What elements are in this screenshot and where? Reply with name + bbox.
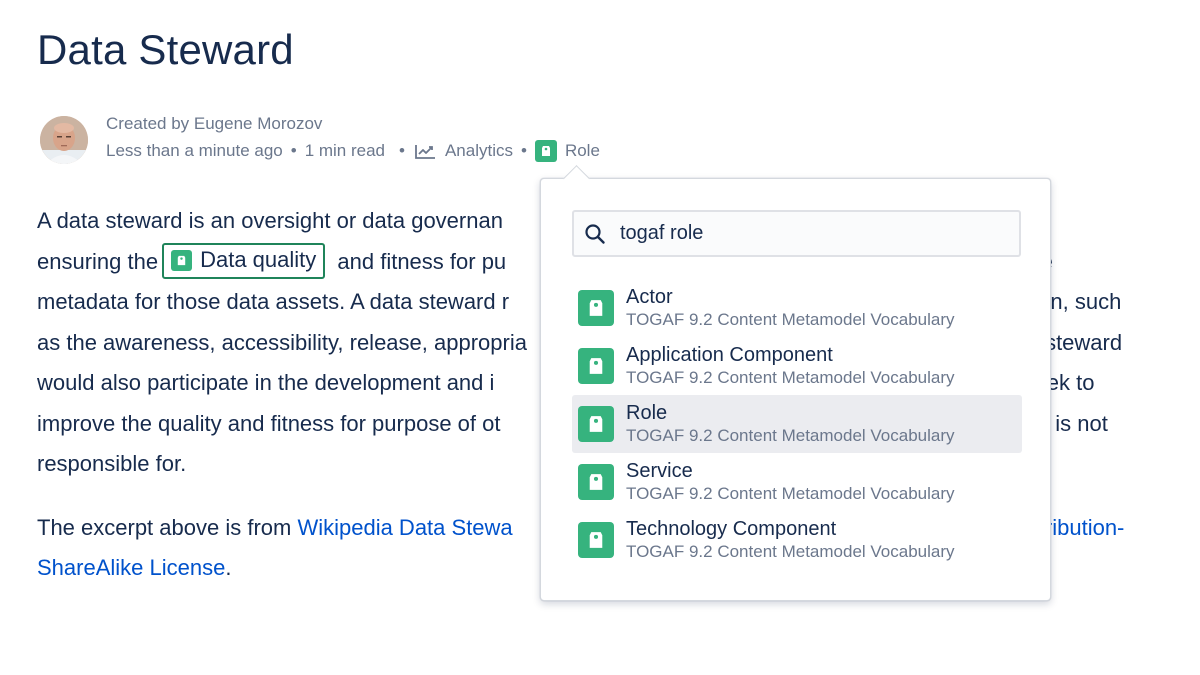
wikipedia-link[interactable]: Wikipedia Data Stewa — [297, 515, 512, 540]
tag-icon — [534, 140, 557, 162]
result-title: Role — [626, 402, 668, 424]
separator-dot: • — [399, 141, 405, 160]
role-label: Role — [564, 141, 600, 160]
separator-dot: • — [290, 141, 297, 160]
result-subtitle: TOGAF 9.2 Content Metamodel Vocabulary — [626, 484, 955, 503]
read-time: 1 min read — [304, 141, 386, 160]
tag-icon — [578, 464, 614, 500]
result-title: Technology Component — [626, 518, 837, 540]
tag-icon — [171, 250, 193, 272]
tag-icon — [578, 522, 614, 558]
result-texts: Technology Component TOGAF 9.2 Content Me… — [626, 518, 955, 562]
result-subtitle: TOGAF 9.2 Content Metamodel Vocabulary — [626, 542, 955, 561]
separator-dot: • — [521, 141, 527, 160]
license-link[interactable]: ShareAlike License — [37, 555, 225, 580]
result-texts: Role TOGAF 9.2 Content Metamodel Vocabula… — [626, 402, 955, 446]
result-title: Service — [626, 460, 693, 482]
analytics-label: Analytics — [444, 141, 513, 160]
result-subtitle: TOGAF 9.2 Content Metamodel Vocabulary — [626, 310, 955, 329]
search-input[interactable] — [620, 222, 990, 245]
excerpt-text: The excerpt above is from — [37, 515, 298, 540]
result-title: Application Component — [626, 344, 833, 366]
result-subtitle: TOGAF 9.2 Content Metamodel Vocabulary — [626, 368, 955, 387]
body-text-segment: ensuring the — [37, 248, 159, 274]
search-result-item[interactable]: Actor TOGAF 9.2 Content Metamodel Vocabul… — [572, 279, 1022, 337]
body-text-segment: steward — [1038, 329, 1123, 355]
search-icon — [585, 223, 605, 244]
search-result-item[interactable]: Service TOGAF 9.2 Content Metamodel Vocab… — [572, 453, 1022, 511]
page-meta: Less than a minute ago • 1 min read • An… — [106, 139, 600, 163]
body-text-segment: as the awareness, accessibility, release… — [37, 329, 527, 355]
body-text-segment: and fitness for pu — [331, 248, 507, 274]
body-text-segment: responsible for. — [37, 451, 187, 476]
result-subtitle: TOGAF 9.2 Content Metamodel Vocabulary — [626, 426, 955, 445]
result-texts: Actor TOGAF 9.2 Content Metamodel Vocabul… — [626, 286, 955, 330]
result-title: Actor — [626, 286, 673, 308]
search-result-item[interactable]: Application Component TOGAF 9.2 Content M… — [572, 337, 1022, 395]
page-title: Data Steward — [37, 26, 294, 73]
tag-icon — [578, 290, 614, 326]
avatar[interactable] — [40, 116, 88, 164]
body-text-segment: metadata for those data assets. A data s… — [37, 289, 510, 314]
byline-author: Created by Eugene Morozov — [106, 114, 323, 133]
search-field[interactable] — [572, 210, 1021, 257]
body-text-segment: would also participate in the developmen… — [37, 370, 495, 395]
tag-search-popover: Actor TOGAF 9.2 Content Metamodel Vocabul… — [540, 178, 1051, 601]
result-texts: Service TOGAF 9.2 Content Metamodel Vocab… — [626, 460, 955, 504]
search-result-item[interactable]: Role TOGAF 9.2 Content Metamodel Vocabula… — [572, 395, 1022, 453]
chart-line-icon — [415, 144, 435, 159]
body-text-segment: A data steward is an oversight or data g… — [37, 208, 503, 233]
role-tag-button[interactable]: Role — [534, 140, 600, 162]
excerpt-text: . — [225, 555, 232, 580]
result-texts: Application Component TOGAF 9.2 Content M… — [626, 344, 955, 388]
analytics-link[interactable]: Analytics — [415, 141, 513, 161]
search-result-item[interactable]: Technology Component TOGAF 9.2 Content Me… — [572, 511, 1022, 569]
tag-icon — [578, 348, 614, 384]
data-quality-chip[interactable]: Data quality — [162, 242, 326, 279]
body-text-segment: improve the quality and fitness for purp… — [37, 410, 501, 436]
updated-time: Less than a minute ago — [106, 141, 283, 160]
chip-label: Data quality — [200, 247, 317, 273]
search-results: Actor TOGAF 9.2 Content Metamodel Vocabul… — [572, 279, 1022, 569]
tag-icon — [578, 406, 614, 442]
